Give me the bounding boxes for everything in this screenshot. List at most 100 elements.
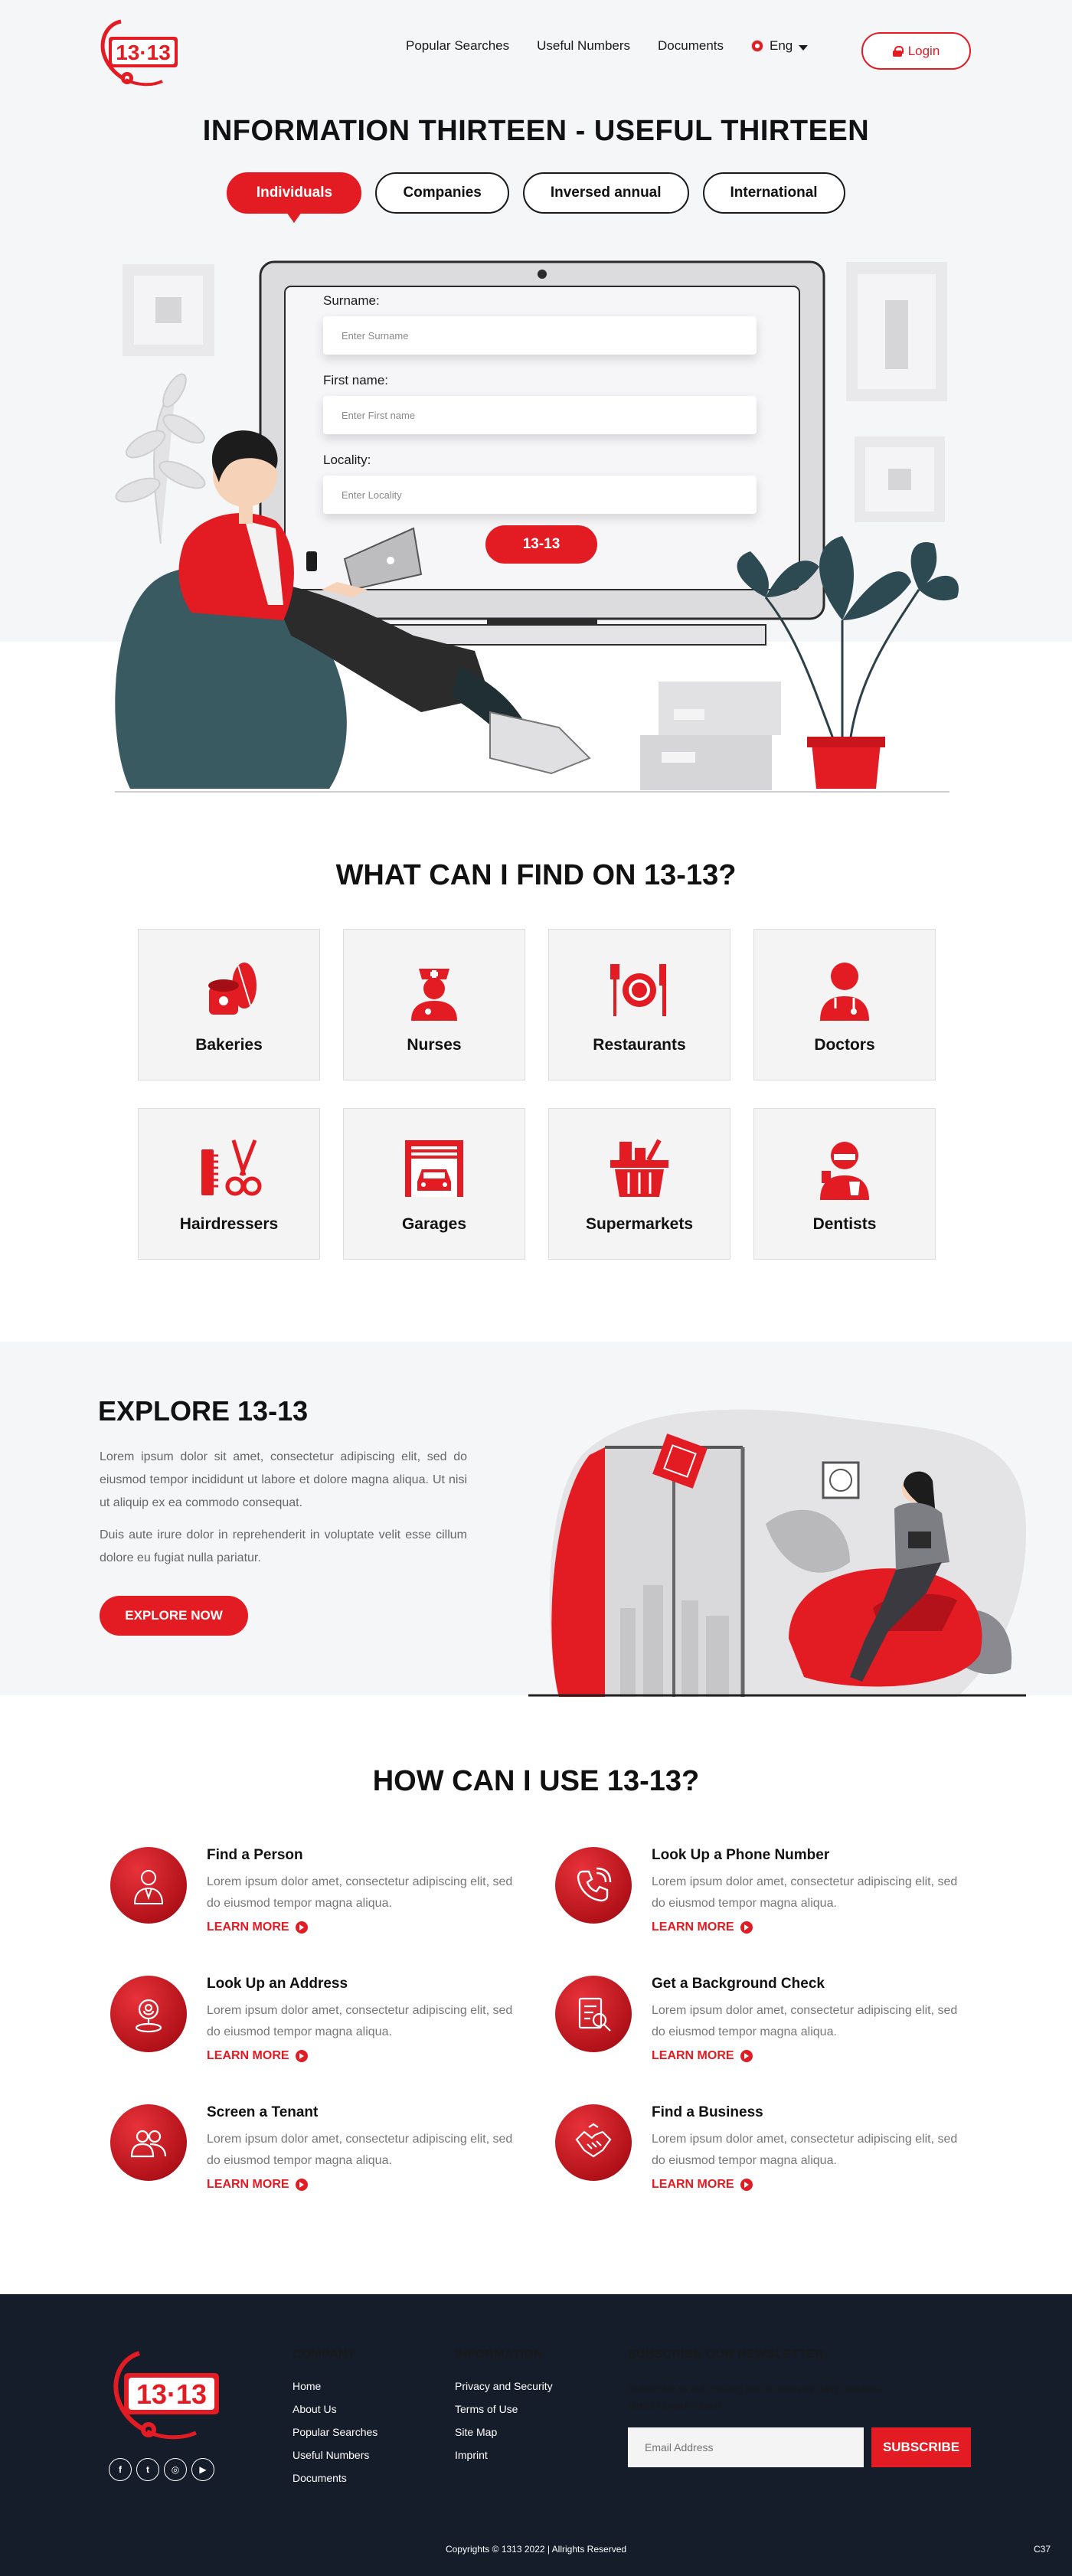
category-card-hairdressers[interactable]: Hairdressers (138, 1108, 320, 1260)
how-item-text: Lorem ipsum dolor amet, consectetur adip… (652, 2133, 958, 2167)
nav-documents[interactable]: Documents (658, 38, 724, 54)
garage-icon (405, 1140, 463, 1197)
locality-label: Locality: (323, 453, 371, 467)
how-item-title: Find a Person (207, 1847, 303, 1863)
how-item-business: Find a Business Lorem ipsum dolor amet, … (555, 2104, 957, 2212)
explore-illustration (528, 1409, 1026, 1697)
arrow-right-icon (295, 2050, 308, 2062)
dentist-icon (820, 1142, 869, 1200)
tab-companies[interactable]: Companies (375, 172, 509, 214)
learn-more-link[interactable]: LEARN MORE (207, 2178, 528, 2192)
category-label: Nurses (407, 1036, 462, 1054)
how-item-text: Lorem ipsum dolor amet, consectetur adip… (652, 2004, 958, 2038)
category-label: Doctors (814, 1036, 875, 1054)
how-text: Find a Person Lorem ipsum dolor amet, co… (207, 1847, 528, 1934)
how-icon-circle (110, 1847, 187, 1924)
page-title: INFORMATION THIRTEEN - USEFUL THIRTEEN (202, 115, 870, 147)
how-item-text: Lorem ipsum dolor amet, consectetur adip… (652, 1875, 958, 1910)
category-card-dentists[interactable]: Dentists (753, 1108, 936, 1260)
category-card-bakeries[interactable]: Bakeries (138, 929, 320, 1080)
firstname-label: First name: (323, 373, 389, 387)
nav-useful-numbers[interactable]: Useful Numbers (537, 38, 630, 54)
how-item-phone-number: Look Up a Phone Number Lorem ipsum dolor… (555, 1847, 957, 1954)
learn-more-link[interactable]: LEARN MORE (207, 2049, 528, 2063)
learn-more-link[interactable]: LEARN MORE (207, 1921, 528, 1934)
tab-international[interactable]: International (702, 172, 845, 214)
how-item-find-person: Find a Person Lorem ipsum dolor amet, co… (110, 1847, 512, 1954)
footer-link-privacy[interactable]: Privacy and Security (455, 2380, 553, 2392)
how-item-title: Look Up a Phone Number (652, 1847, 830, 1863)
footer-newsletter-column: SUBSCRIBE OUR NEWSLETTER Subscribe to ou… (628, 2348, 896, 2427)
how-text: Get a Background Check Lorem ipsum dolor… (652, 1976, 973, 2063)
how-text: Find a Business Lorem ipsum dolor amet, … (652, 2104, 973, 2192)
category-card-supermarkets[interactable]: Supermarkets (548, 1108, 730, 1260)
surname-input[interactable] (323, 316, 757, 355)
arrow-right-icon (295, 1921, 308, 1934)
learn-more-label: LEARN MORE (207, 1921, 289, 1934)
newsletter-email-input[interactable] (628, 2427, 864, 2467)
firstname-input[interactable] (323, 396, 757, 434)
how-section-title: HOW CAN I USE 13-13? (372, 1765, 700, 1797)
learn-more-link[interactable]: LEARN MORE (652, 2178, 973, 2192)
explore-now-button[interactable]: EXPLORE NOW (100, 1596, 248, 1636)
newsletter-text: Subscribe to our mailing list to receive… (628, 2382, 881, 2411)
how-item-background-check: Get a Background Check Lorem ipsum dolor… (555, 1976, 957, 2083)
login-label: Login (907, 43, 940, 58)
how-text: Look Up a Phone Number Lorem ipsum dolor… (652, 1847, 973, 1934)
subscribe-button[interactable]: SUBSCRIBE (871, 2427, 971, 2467)
footer-link-documents[interactable]: Documents (293, 2472, 377, 2484)
how-icon-circle (555, 2104, 632, 2181)
main-nav: Popular Searches Useful Numbers Document… (406, 38, 809, 54)
how-item-title: Get a Background Check (652, 1976, 825, 1992)
how-item-text: Lorem ipsum dolor amet, consectetur adip… (207, 1875, 513, 1910)
instagram-icon[interactable]: ◎ (164, 2458, 187, 2481)
how-item-text: Lorem ipsum dolor amet, consectetur adip… (207, 2133, 513, 2167)
footer-link-terms[interactable]: Terms of Use (455, 2403, 553, 2415)
footer-link-sitemap[interactable]: Site Map (455, 2426, 553, 2438)
arrow-right-icon (295, 2179, 308, 2191)
explore-title: EXPLORE 13-13 (98, 1395, 309, 1427)
facebook-icon[interactable]: f (109, 2458, 132, 2481)
footer-link-about[interactable]: About Us (293, 2403, 377, 2415)
footer-logo[interactable]: 13·13 (109, 2346, 224, 2442)
tab-individuals[interactable]: Individuals (227, 172, 362, 214)
brand-logo[interactable]: 13·13 (98, 15, 182, 89)
youtube-icon[interactable]: ▶ (191, 2458, 214, 2481)
bakery-icon (208, 963, 257, 1015)
how-item-title: Find a Business (652, 2104, 763, 2120)
surname-label: Surname: (323, 293, 380, 308)
learn-more-link[interactable]: LEARN MORE (652, 1921, 973, 1934)
search-submit-button[interactable]: 13-13 (485, 525, 597, 564)
learn-more-link[interactable]: LEARN MORE (652, 2049, 973, 2063)
twitter-icon[interactable]: t (136, 2458, 159, 2481)
category-card-doctors[interactable]: Doctors (753, 929, 936, 1080)
restaurant-icon (610, 964, 666, 1016)
social-links: f t ◎ ▶ (109, 2458, 214, 2481)
login-button[interactable]: Login (861, 32, 971, 70)
footer-info-column: INFORMATION Privacy and Security Terms o… (455, 2348, 553, 2472)
language-select[interactable]: Eng (751, 38, 809, 54)
footer-link-useful-numbers[interactable]: Useful Numbers (293, 2449, 377, 2461)
how-text: Screen a Tenant Lorem ipsum dolor amet, … (207, 2104, 528, 2192)
category-card-nurses[interactable]: Nurses (343, 929, 525, 1080)
plant-left (115, 373, 206, 544)
nav-popular-searches[interactable]: Popular Searches (406, 38, 509, 54)
footer-link-imprint[interactable]: Imprint (455, 2449, 553, 2461)
footer-link-home[interactable]: Home (293, 2380, 377, 2392)
category-card-restaurants[interactable]: Restaurants (548, 929, 730, 1080)
search-form: Surname: First name: Locality: (323, 293, 757, 532)
wall-frame-right (846, 262, 947, 522)
how-item-title: Screen a Tenant (207, 2104, 319, 2120)
footer-info-title: INFORMATION (455, 2348, 543, 2361)
footer-link-popular-searches[interactable]: Popular Searches (293, 2426, 377, 2438)
tab-inversed-annual[interactable]: Inversed annual (522, 172, 689, 214)
locality-input[interactable] (323, 476, 757, 514)
find-section-title: WHAT CAN I FIND ON 13-13? (335, 859, 737, 891)
basket-icon (610, 1139, 668, 1197)
how-icon-circle (555, 1847, 632, 1924)
category-card-garages[interactable]: Garages (343, 1108, 525, 1260)
how-item-text: Lorem ipsum dolor amet, consectetur adip… (207, 2004, 513, 2038)
wall-frame-left (123, 264, 214, 356)
category-label: Restaurants (593, 1036, 686, 1054)
category-label: Supermarkets (585, 1215, 694, 1233)
